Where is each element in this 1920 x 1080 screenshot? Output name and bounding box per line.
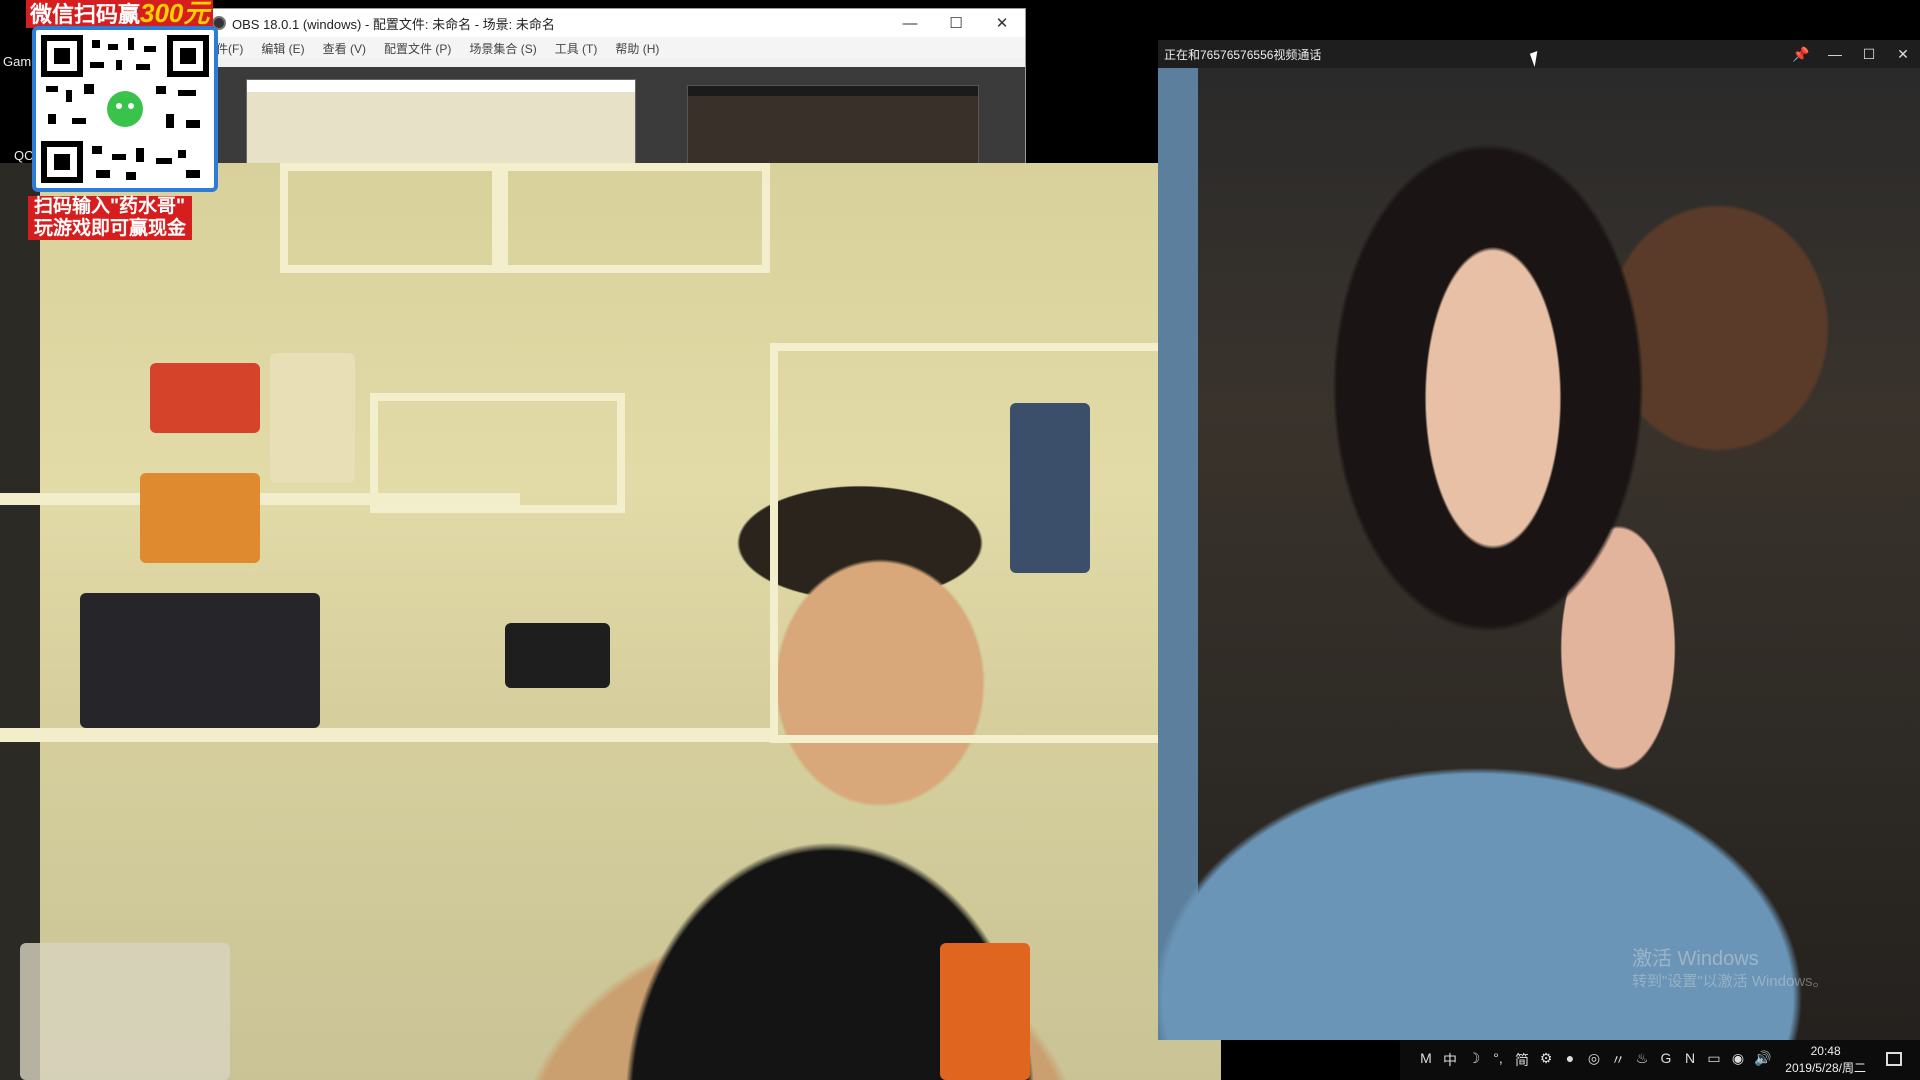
app-tray-icon[interactable]: ● <box>1562 1050 1578 1070</box>
tray-clock[interactable]: 20:48 2019/5/28/周二 <box>1785 1043 1866 1077</box>
shelf-compartment <box>280 163 500 273</box>
app-tray-icon[interactable]: ◉ <box>1730 1050 1746 1070</box>
obs-window[interactable]: OBS 18.0.1 (windows) - 配置文件: 未命名 - 场景: 未… <box>203 8 1026 168</box>
figurine <box>270 353 355 483</box>
obs-window-title: OBS 18.0.1 (windows) - 配置文件: 未命名 - 场景: 未… <box>232 16 555 32</box>
blue-box <box>1010 403 1090 573</box>
obs-titlebar[interactable]: OBS 18.0.1 (windows) - 配置文件: 未命名 - 场景: 未… <box>204 9 1025 37</box>
promo-footer-line2: 玩游戏即可赢现金 <box>34 218 187 239</box>
maximize-button[interactable]: ☐ <box>933 9 979 37</box>
promo-footer: 扫码输入"药水哥" 玩游戏即可赢现金 <box>28 196 193 240</box>
qr-promo-overlay: 微信扫码赢300元 扫码输入"药水哥" 玩游戏即可赢现金 <box>14 0 218 240</box>
close-button[interactable]: ✕ <box>1886 46 1920 63</box>
shelf-board <box>0 493 520 505</box>
menu-tools[interactable]: 工具 (T) <box>555 40 598 57</box>
menu-edit[interactable]: 编辑 (E) <box>261 40 304 57</box>
qr-code-icon <box>41 35 209 183</box>
simplified-icon[interactable]: 简 <box>1514 1050 1530 1070</box>
minimize-button[interactable]: — <box>1818 46 1852 62</box>
promo-amount: 300元 <box>140 0 210 28</box>
clock-date: 2019/5/28/周二 <box>1785 1061 1866 1075</box>
shelf-compartment <box>500 163 770 273</box>
black-box <box>505 623 610 688</box>
pin-icon[interactable]: 📌 <box>1784 46 1818 63</box>
promo-footer-line1: 扫码输入"药水哥" <box>34 196 186 217</box>
app-tray-icon[interactable]: ♨ <box>1634 1050 1650 1070</box>
promo-header-text: 微信扫码赢 <box>30 2 141 27</box>
call-window-title: 正在和76576576556视频通话 <box>1164 47 1322 62</box>
app-tray-icon[interactable]: G <box>1658 1050 1674 1070</box>
app-tray-icon[interactable]: ◎ <box>1586 1050 1602 1070</box>
video-call-window[interactable]: 正在和76576576556视频通话 📌 — ☐ ✕ 激活 Windows 转到… <box>1158 40 1920 1040</box>
close-button[interactable]: ✕ <box>979 9 1025 37</box>
maximize-button[interactable]: ☐ <box>1852 46 1886 63</box>
settings-icon[interactable]: ⚙ <box>1538 1050 1554 1070</box>
glass-cabinet <box>770 343 1200 743</box>
volume-icon[interactable]: 🔊 <box>1754 1050 1771 1070</box>
menu-help[interactable]: 帮助 (H) <box>615 40 659 57</box>
obs-menubar: 文件(F) 编辑 (E) 查看 (V) 配置文件 (P) 场景集合 (S) 工具… <box>204 37 1025 59</box>
qr-code <box>32 26 218 192</box>
menu-profile[interactable]: 配置文件 (P) <box>384 40 451 57</box>
preview-mirror-2 <box>687 85 979 167</box>
ime-chinese-icon[interactable]: 中 <box>1442 1050 1458 1070</box>
streamer-webcam-video <box>0 163 1221 1080</box>
activate-windows-watermark: 激活 Windows <box>1632 948 1759 970</box>
minimize-button[interactable]: — <box>887 9 933 37</box>
notification-icon[interactable] <box>1886 1052 1902 1066</box>
network-icon[interactable]: ▭ <box>1706 1050 1722 1070</box>
app-tray-icon[interactable]: N <box>1682 1050 1698 1070</box>
app-tray-icon[interactable]: 〃 <box>1610 1050 1626 1070</box>
clock-time: 20:48 <box>1810 1044 1841 1058</box>
promo-header: 微信扫码赢300元 <box>26 0 214 28</box>
orange-hat <box>150 363 260 433</box>
activate-windows-hint: 转到"设置"以激活 Windows。 <box>1632 973 1828 990</box>
remote-video-feed <box>1158 68 1920 1040</box>
obs-preview[interactable] <box>204 67 1025 167</box>
tray-icons: M 中 ☽ °, 简 ⚙ ● ◎ 〃 ♨ G N ▭ ◉ 🔊 <box>1400 1050 1771 1070</box>
menu-view[interactable]: 查看 (V) <box>323 40 366 57</box>
plastic-bag <box>20 943 230 1080</box>
half-width-icon[interactable]: ☽ <box>1466 1050 1482 1070</box>
speakers <box>80 593 320 728</box>
snack-bag <box>140 473 260 563</box>
menu-scene-collection[interactable]: 场景集合 (S) <box>469 40 536 57</box>
shelf-board <box>0 728 770 742</box>
punctuation-icon[interactable]: °, <box>1490 1050 1506 1070</box>
orange-chair <box>940 943 1030 1080</box>
preview-mirror-1 <box>246 79 636 167</box>
ime-mode-icon[interactable]: M <box>1418 1050 1434 1070</box>
system-tray: M 中 ☽ °, 简 ⚙ ● ◎ 〃 ♨ G N ▭ ◉ 🔊 20:48 201… <box>1400 1040 1920 1080</box>
